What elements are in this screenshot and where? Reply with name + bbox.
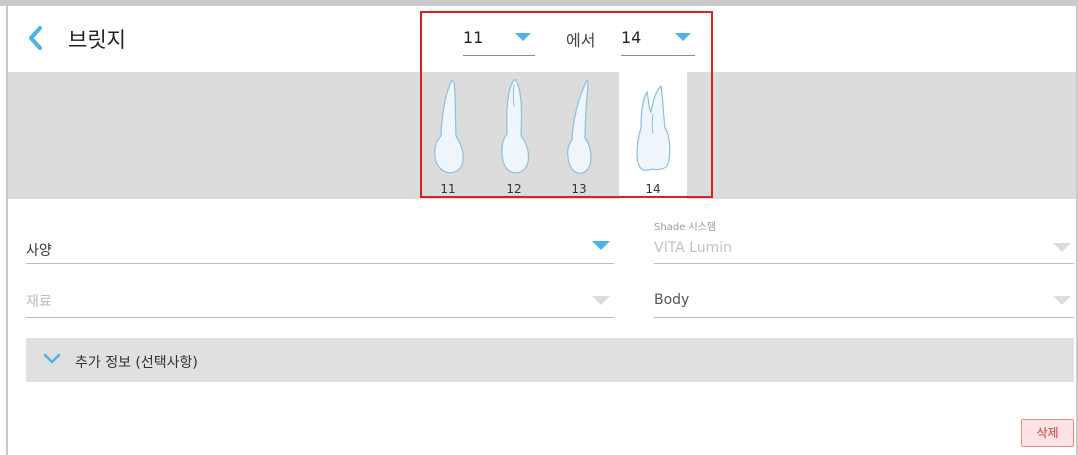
frame-top-border	[0, 0, 1078, 6]
premolar-tooth-icon	[636, 84, 671, 171]
material-label: 재료	[26, 294, 52, 310]
body-label: Body	[654, 292, 690, 308]
range-connector-label: 에서	[566, 31, 596, 50]
material-select: 재료	[26, 288, 614, 318]
canine-tooth-icon	[567, 78, 592, 174]
shade-system-value: VITA Lumin	[654, 240, 733, 256]
body-shade-select[interactable]: Body	[654, 288, 1074, 318]
tooth-14[interactable]: 14	[619, 72, 687, 199]
additional-info-label: 추가 정보 (선택사항)	[75, 355, 198, 371]
spec-select[interactable]: 사양	[26, 230, 614, 264]
range-to-select[interactable]: 14	[621, 26, 695, 56]
delete-button[interactable]: 삭제	[1021, 419, 1074, 447]
range-to-value: 14	[621, 28, 642, 47]
tooth-number: 12	[506, 182, 522, 196]
tooth-number: 11	[440, 182, 456, 196]
range-from-value: 11	[463, 28, 484, 47]
teeth-band	[8, 72, 1076, 199]
chevron-down-icon	[1053, 296, 1071, 305]
chevron-down-icon	[592, 296, 610, 305]
chevron-down-icon	[43, 353, 61, 364]
tooth-13[interactable]: 13	[554, 72, 604, 199]
shade-system-select: Shade 시스템 VITA Lumin	[654, 218, 1074, 264]
tooth-12[interactable]: 12	[489, 72, 539, 199]
back-chevron-icon[interactable]	[26, 24, 46, 52]
shade-system-label: Shade 시스템	[654, 222, 717, 233]
page-title: 브릿지	[68, 28, 126, 52]
chevron-down-icon	[675, 33, 691, 41]
range-from-select[interactable]: 11	[463, 26, 535, 56]
spec-label: 사양	[26, 243, 52, 259]
tooth-number: 14	[645, 182, 661, 196]
chevron-down-icon	[1053, 243, 1071, 252]
chevron-down-icon	[592, 241, 610, 250]
app-frame: 브릿지 11 에서 14 11 12 13 14 사양 Shade 시스템 VI…	[0, 0, 1078, 455]
chevron-down-icon	[515, 33, 531, 41]
additional-info-toggle[interactable]: 추가 정보 (선택사항)	[26, 338, 1074, 382]
incisor-tooth-icon	[501, 79, 530, 174]
tooth-11[interactable]: 11	[423, 72, 473, 199]
frame-left-border	[6, 0, 8, 455]
tooth-number: 13	[571, 182, 587, 196]
incisor-tooth-icon	[434, 78, 464, 174]
